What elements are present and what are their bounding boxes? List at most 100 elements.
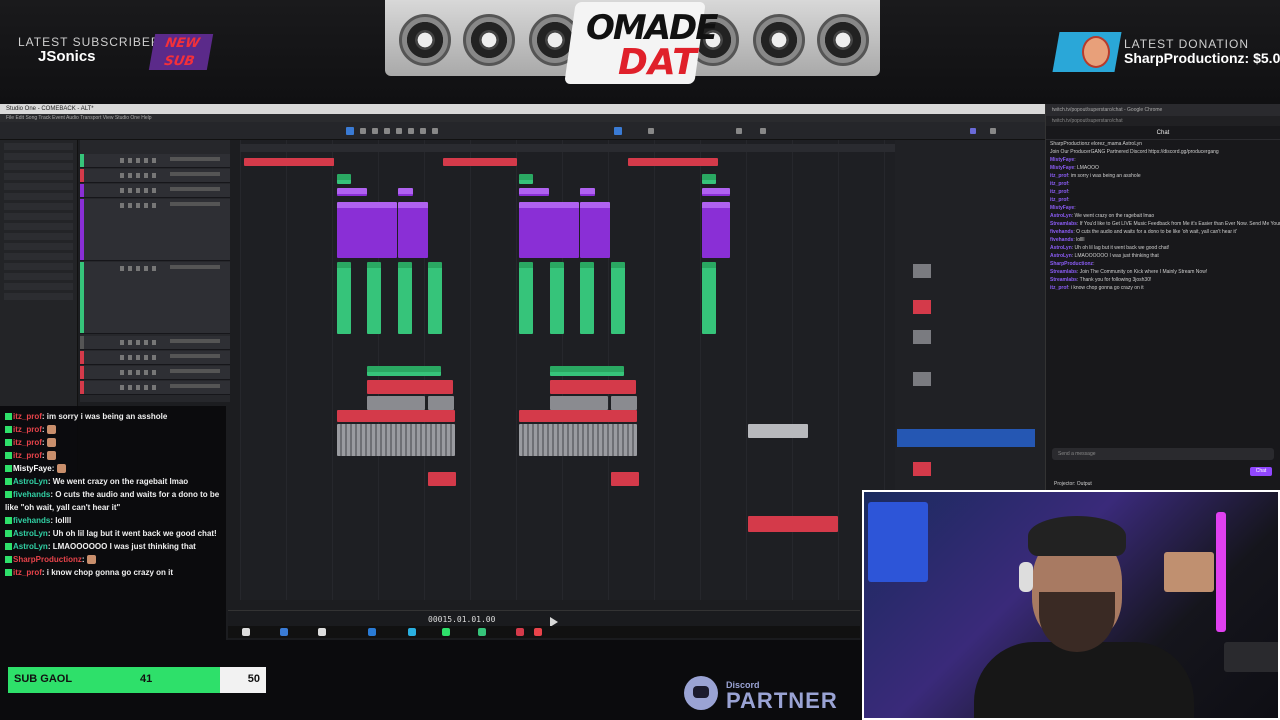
settings-icon[interactable] xyxy=(990,128,996,134)
track-header[interactable] xyxy=(80,381,230,395)
app-icon[interactable] xyxy=(516,628,524,636)
track-header[interactable] xyxy=(80,154,230,168)
chat-username[interactable]: itz_prof xyxy=(1050,285,1068,291)
clip[interactable] xyxy=(580,188,595,196)
clip[interactable] xyxy=(702,262,716,334)
clip[interactable] xyxy=(428,262,442,334)
selected-browser-item[interactable] xyxy=(897,429,1035,447)
chat-username[interactable]: itz_prof xyxy=(1050,197,1068,203)
chat-username[interactable]: itz_prof xyxy=(1050,181,1068,187)
chat-url-bar[interactable]: twitch.tv/popout/superstaro/chat xyxy=(1046,116,1280,126)
inspector-row[interactable] xyxy=(4,283,73,290)
clip[interactable] xyxy=(428,472,456,486)
daw-menu-bar[interactable]: File Edit Song Track Event Audio Transpo… xyxy=(0,114,1045,122)
chat-username[interactable]: fivehands xyxy=(13,516,50,525)
chat-username[interactable]: Streamlabs xyxy=(1050,221,1077,227)
chat-username[interactable]: itz_prof xyxy=(1050,173,1068,179)
chat-message-list[interactable]: Join Our ProducerGANG Partnered Discord … xyxy=(1046,148,1280,292)
chat-username[interactable]: AstroLyn xyxy=(13,477,48,486)
split-tool-icon[interactable] xyxy=(372,128,378,134)
clip[interactable] xyxy=(702,188,730,196)
clip[interactable] xyxy=(519,188,549,196)
track-header[interactable] xyxy=(80,184,230,198)
clip[interactable] xyxy=(748,516,838,532)
clip[interactable] xyxy=(628,158,718,166)
chat-username[interactable]: fivehands xyxy=(13,490,50,499)
clip[interactable] xyxy=(580,202,610,258)
chat-username[interactable]: MistyFaye xyxy=(1050,165,1074,171)
plugin-thumbnail[interactable] xyxy=(913,372,931,386)
clip[interactable] xyxy=(398,262,412,334)
clip[interactable] xyxy=(550,262,564,334)
inspector-row[interactable] xyxy=(4,253,73,260)
clip[interactable] xyxy=(580,262,594,334)
clip[interactable] xyxy=(519,174,533,184)
clip[interactable] xyxy=(337,410,455,422)
inspector-row[interactable] xyxy=(4,233,73,240)
app-icon[interactable] xyxy=(368,628,376,636)
inspector-row[interactable] xyxy=(4,223,73,230)
clip[interactable] xyxy=(367,366,441,376)
inspector-row[interactable] xyxy=(4,243,73,250)
plugin-thumbnail[interactable] xyxy=(913,330,931,344)
clip[interactable] xyxy=(337,262,351,334)
chat-username[interactable]: itz_prof xyxy=(13,568,42,577)
chat-username[interactable]: itz_prof xyxy=(13,412,42,421)
clip[interactable] xyxy=(398,188,413,196)
menu-icon[interactable] xyxy=(760,128,766,134)
paint-tool-icon[interactable] xyxy=(396,128,402,134)
track-header[interactable] xyxy=(80,351,230,365)
chat-username[interactable]: SharpProductionz xyxy=(1050,261,1093,267)
chat-username[interactable]: AstroLyn xyxy=(13,542,48,551)
app-icon[interactable] xyxy=(442,628,450,636)
clip[interactable] xyxy=(702,174,716,184)
plugin-thumbnail[interactable] xyxy=(913,300,931,314)
inspector-row[interactable] xyxy=(4,183,73,190)
chat-username[interactable]: AstroLyn xyxy=(1050,253,1072,259)
clip[interactable] xyxy=(398,202,428,258)
track-header[interactable] xyxy=(80,366,230,380)
clip[interactable] xyxy=(519,424,637,456)
clip[interactable] xyxy=(611,472,639,486)
arrow-tool-icon[interactable] xyxy=(346,127,354,135)
clip[interactable] xyxy=(428,396,454,410)
chat-username[interactable]: itz_prof xyxy=(13,438,42,447)
inspector-row[interactable] xyxy=(4,193,73,200)
listen-tool-icon[interactable] xyxy=(432,128,438,134)
clip[interactable] xyxy=(306,158,334,166)
app-icon[interactable] xyxy=(478,628,486,636)
plugin-thumbnail[interactable] xyxy=(913,462,931,476)
clip[interactable] xyxy=(550,366,624,376)
chat-username[interactable]: Streamlabs xyxy=(1050,269,1077,275)
eraser-tool-icon[interactable] xyxy=(384,128,390,134)
chat-username[interactable]: itz_prof xyxy=(13,451,42,460)
clip[interactable] xyxy=(443,158,517,166)
inspector-row[interactable] xyxy=(4,293,73,300)
clip[interactable] xyxy=(367,380,453,394)
chat-username[interactable]: AstroLyn xyxy=(13,529,48,538)
zoom-icon[interactable] xyxy=(648,128,654,134)
chat-username[interactable]: MistyFaye xyxy=(1050,205,1074,211)
inspector-row[interactable] xyxy=(4,153,73,160)
clip[interactable] xyxy=(611,262,625,334)
clip[interactable] xyxy=(748,424,808,438)
plugin-thumbnail[interactable] xyxy=(913,264,931,278)
track-header[interactable] xyxy=(80,262,230,334)
chat-username[interactable]: AstroLyn xyxy=(1050,213,1072,219)
clip[interactable] xyxy=(702,202,730,258)
clip[interactable] xyxy=(337,202,397,258)
clip[interactable] xyxy=(337,174,351,184)
app-icon[interactable] xyxy=(280,628,288,636)
grid-icon[interactable] xyxy=(736,128,742,134)
chat-username[interactable]: AstroLyn xyxy=(1050,245,1072,251)
clip[interactable] xyxy=(337,188,367,196)
inspector-row[interactable] xyxy=(4,263,73,270)
clip[interactable] xyxy=(611,396,637,410)
track-header[interactable] xyxy=(80,336,230,350)
app-icon[interactable] xyxy=(408,628,416,636)
clip[interactable] xyxy=(367,262,381,334)
chat-username[interactable]: itz_prof xyxy=(13,425,42,434)
chat-send-button[interactable]: Chat xyxy=(1250,467,1272,476)
app-icon[interactable] xyxy=(318,628,326,636)
inspector-row[interactable] xyxy=(4,163,73,170)
